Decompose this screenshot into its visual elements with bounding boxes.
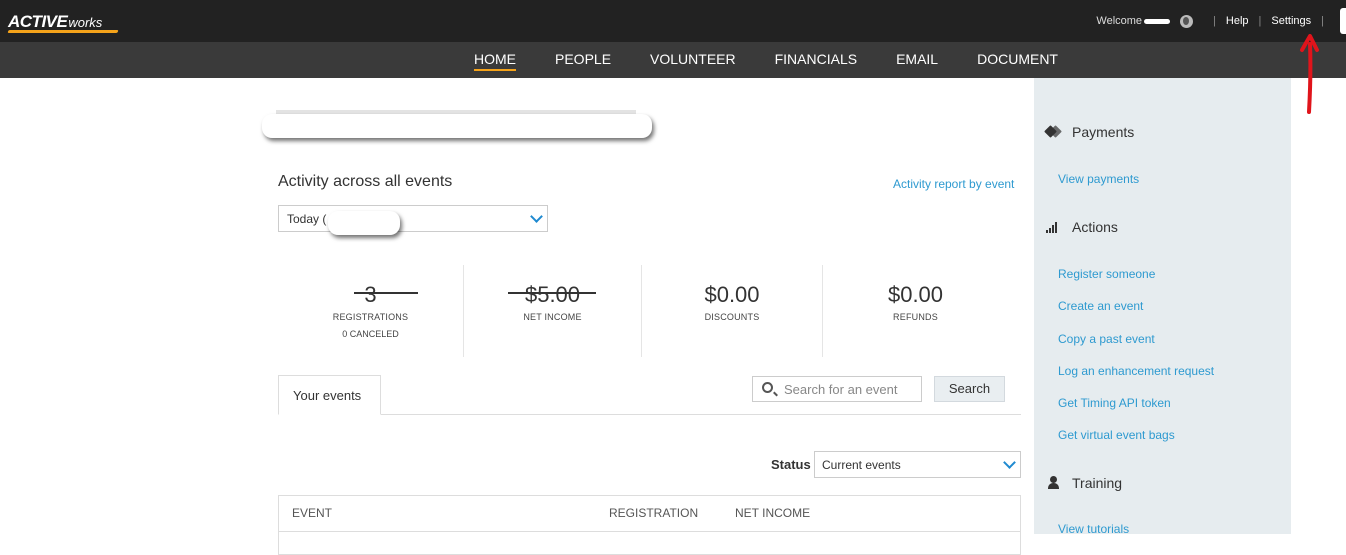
date-range-select[interactable]: Today ( [278, 205, 548, 232]
separator: | [1213, 15, 1216, 27]
training-title: Training [1072, 475, 1123, 491]
copy-past-event-link[interactable]: Copy a past event [1058, 332, 1155, 346]
status-select[interactable]: Current events [814, 451, 1021, 478]
redaction-strike [508, 292, 596, 294]
redacted-username [1144, 18, 1171, 24]
redaction-mark [328, 211, 400, 235]
refunds-label: REFUNDS [893, 312, 938, 322]
main-nav: HOME PEOPLE VOLUNTEER FINANCIALS EMAIL D… [0, 42, 1346, 78]
edge-panel [1340, 8, 1346, 34]
user-icon [1046, 476, 1062, 490]
log-enhancement-request-link[interactable]: Log an enhancement request [1058, 364, 1214, 378]
event-search-input[interactable]: Search for an event [752, 376, 922, 402]
status-label: Status [771, 457, 811, 472]
view-payments-link[interactable]: View payments [1058, 172, 1139, 186]
stat-net-income: $5.00 NET INCOME [464, 265, 641, 357]
payments-title: Payments [1072, 124, 1135, 140]
nav-financials[interactable]: FINANCIALS [775, 42, 857, 78]
chevron-down-icon [1003, 456, 1016, 469]
top-bar: ACTIVE works Welcome | Help | Settings | [0, 0, 1346, 42]
actions-title: Actions [1072, 219, 1118, 235]
activeworks-logo[interactable]: ACTIVE works [7, 12, 119, 33]
activity-title: Activity across all events [278, 173, 453, 190]
training-heading: Training [1046, 475, 1122, 491]
nav-volunteer[interactable]: VOLUNTEER [650, 42, 736, 78]
registrations-value: 3 [364, 282, 377, 307]
activity-stats: 3 REGISTRATIONS 0 CANCELED $5.00 NET INC… [278, 265, 1008, 357]
help-link[interactable]: Help [1226, 15, 1249, 27]
nav-home[interactable]: HOME [474, 42, 516, 78]
welcome-text: Welcome [1096, 15, 1143, 27]
net-income-label: NET INCOME [523, 312, 582, 322]
create-event-link[interactable]: Create an event [1058, 299, 1143, 313]
tabs-divider [278, 414, 1021, 415]
status-value: Current events [822, 458, 901, 472]
column-header-event[interactable]: EVENT [292, 506, 332, 520]
discounts-label: DISCOUNTS [704, 312, 760, 322]
logo-main: ACTIVE [8, 12, 68, 31]
redaction-strike [354, 292, 418, 294]
registrations-label: REGISTRATIONS [332, 312, 409, 322]
search-icon [762, 382, 773, 393]
nav-document[interactable]: DOCUMENT [977, 42, 1058, 78]
settings-link[interactable]: Settings [1271, 15, 1311, 27]
register-someone-link[interactable]: Register someone [1058, 267, 1155, 281]
refunds-value: $0.00 [887, 282, 944, 307]
logo-sub: works [68, 15, 103, 30]
nav-email[interactable]: EMAIL [896, 42, 938, 78]
activity-report-link[interactable]: Activity report by event [893, 177, 1014, 191]
date-range-value: Today ( [287, 212, 327, 226]
header-divider [279, 531, 1020, 532]
tags-icon [1046, 125, 1062, 139]
net-income-value: $5.00 [524, 282, 581, 307]
get-timing-api-token-link[interactable]: Get Timing API token [1058, 396, 1171, 410]
separator: | [1258, 15, 1262, 27]
red-arrow-annotation [1300, 34, 1319, 114]
stat-registrations: 3 REGISTRATIONS 0 CANCELED [278, 265, 463, 357]
redaction-mark [262, 114, 652, 138]
stat-discounts: $0.00 DISCOUNTS [642, 265, 822, 357]
search-button[interactable]: Search [934, 376, 1005, 402]
chevron-down-icon [530, 210, 543, 223]
search-placeholder: Search for an event [784, 382, 898, 397]
right-sidebar: Payments View payments Actions Register … [1034, 78, 1291, 536]
tab-your-events[interactable]: Your events [278, 375, 381, 415]
events-table: EVENT REGISTRATION NET INCOME [278, 495, 1021, 555]
nav-people[interactable]: PEOPLE [555, 42, 611, 78]
actions-heading: Actions [1046, 219, 1118, 235]
column-header-net-income[interactable]: NET INCOME [735, 506, 810, 520]
canceled-count: 0 CANCELED [342, 329, 399, 339]
discounts-value: $0.00 [704, 282, 760, 307]
payments-heading: Payments [1046, 124, 1134, 140]
signal-bars-icon [1046, 220, 1062, 234]
stat-refunds: $0.00 REFUNDS [823, 265, 1008, 357]
logo-swoosh [7, 30, 119, 33]
separator: | [1321, 15, 1324, 27]
column-header-registration[interactable]: REGISTRATION [609, 506, 698, 520]
get-virtual-event-bags-link[interactable]: Get virtual event bags [1058, 428, 1175, 442]
globe-icon[interactable] [1180, 14, 1194, 28]
